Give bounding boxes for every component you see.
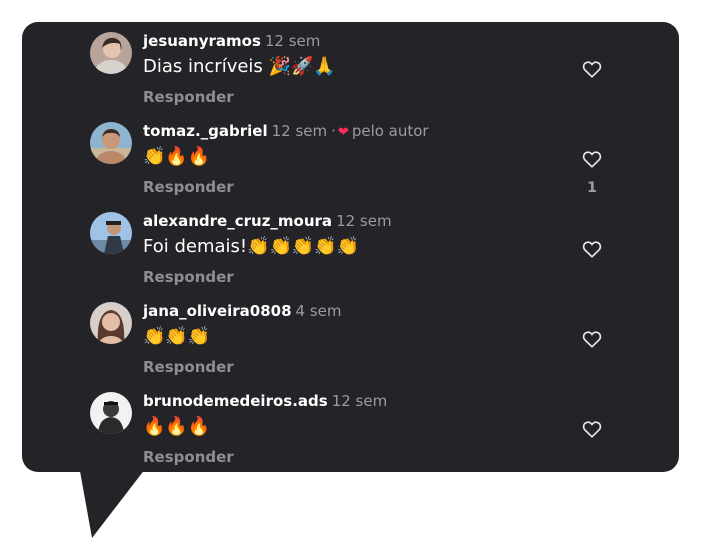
avatar[interactable] bbox=[90, 212, 132, 254]
username[interactable]: alexandre_cruz_moura bbox=[143, 212, 332, 230]
username[interactable]: jesuanyramos bbox=[143, 32, 261, 50]
avatar[interactable] bbox=[90, 392, 132, 434]
reply-button[interactable]: Responder bbox=[143, 88, 234, 106]
comment-text: 👏👏👏 bbox=[143, 326, 211, 347]
timestamp: 4 sem bbox=[295, 302, 342, 320]
comment-item: jana_oliveira0808 4 sem 👏👏👏 Responder bbox=[22, 292, 679, 382]
comment-header: jesuanyramos 12 sem bbox=[143, 32, 320, 50]
reply-button[interactable]: Responder bbox=[143, 268, 234, 286]
comment-item: brunodemedeiros.ads 12 sem 🔥🔥🔥 Responder bbox=[22, 382, 679, 472]
avatar[interactable] bbox=[90, 122, 132, 164]
reply-button[interactable]: Responder bbox=[143, 448, 234, 466]
timestamp: 12 sem bbox=[331, 392, 388, 410]
comment-item: alexandre_cruz_moura 12 sem Foi demais!👏👏… bbox=[22, 202, 679, 292]
heart-icon[interactable] bbox=[581, 58, 603, 80]
comment-header: jana_oliveira0808 4 sem bbox=[143, 302, 341, 320]
comment-header: brunodemedeiros.ads 12 sem bbox=[143, 392, 387, 410]
timestamp: 12 sem bbox=[264, 32, 321, 50]
comment-header: alexandre_cruz_moura 12 sem bbox=[143, 212, 392, 230]
comment-text: Dias incríveis 🎉🚀🙏 bbox=[143, 56, 336, 77]
reply-button[interactable]: Responder bbox=[143, 358, 234, 376]
heart-icon[interactable] bbox=[581, 238, 603, 260]
username[interactable]: tomaz._gabriel bbox=[143, 122, 268, 140]
reply-button[interactable]: Responder bbox=[143, 178, 234, 196]
comments-panel: jesuanyramos 12 sem Dias incríveis 🎉🚀🙏 Re… bbox=[22, 22, 679, 472]
separator-dot: · bbox=[331, 122, 336, 140]
heart-icon[interactable] bbox=[581, 148, 603, 170]
comment-text: 🔥🔥🔥 bbox=[143, 416, 211, 437]
comment-header: tomaz._gabriel 12 sem · ❤ pelo autor bbox=[143, 122, 429, 140]
timestamp: 12 sem bbox=[271, 122, 328, 140]
username[interactable]: jana_oliveira0808 bbox=[143, 302, 292, 320]
comment-text: Foi demais!👏👏👏👏👏 bbox=[143, 236, 360, 257]
liked-by-author-label: pelo autor bbox=[351, 122, 429, 140]
heart-icon[interactable] bbox=[581, 418, 603, 440]
avatar[interactable] bbox=[90, 302, 132, 344]
comment-text: 👏🔥🔥 bbox=[143, 146, 211, 167]
timestamp: 12 sem bbox=[336, 212, 392, 230]
author-like-heart-icon: ❤ bbox=[337, 125, 349, 140]
like-count: 1 bbox=[587, 180, 597, 196]
comment-item: tomaz._gabriel 12 sem · ❤ pelo autor 👏🔥🔥 Res… bbox=[22, 112, 679, 202]
username[interactable]: brunodemedeiros.ads bbox=[143, 392, 328, 410]
avatar[interactable] bbox=[90, 32, 132, 74]
comment-item: jesuanyramos 12 sem Dias incríveis 🎉🚀🙏 Re… bbox=[22, 22, 679, 112]
heart-icon[interactable] bbox=[581, 328, 603, 350]
